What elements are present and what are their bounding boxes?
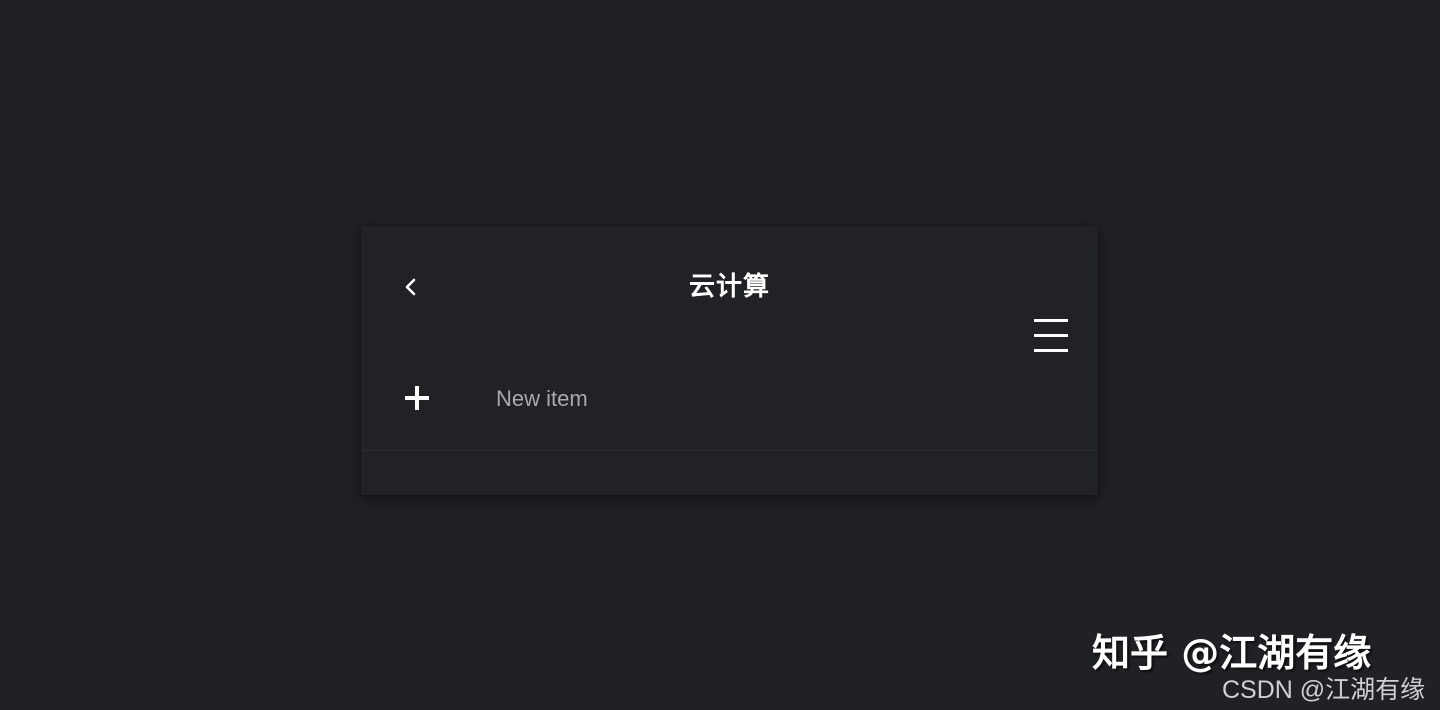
list-card: 云计算 New item [361,226,1098,495]
row-divider [361,450,1098,451]
zhihu-watermark: 知乎 @江湖有缘 [1092,631,1372,675]
page-background: 云计算 New item 知乎 @江湖有缘 CSDN @江湖有缘 [0,0,1440,710]
plus-icon [403,383,433,413]
new-item-label: New item [496,386,588,411]
page-title: 云计算 [688,272,770,302]
hamburger-menu-icon[interactable] [1031,316,1071,356]
csdn-watermark: CSDN @江湖有缘 [1222,676,1426,704]
new-item-button[interactable]: New item [361,366,1098,450]
